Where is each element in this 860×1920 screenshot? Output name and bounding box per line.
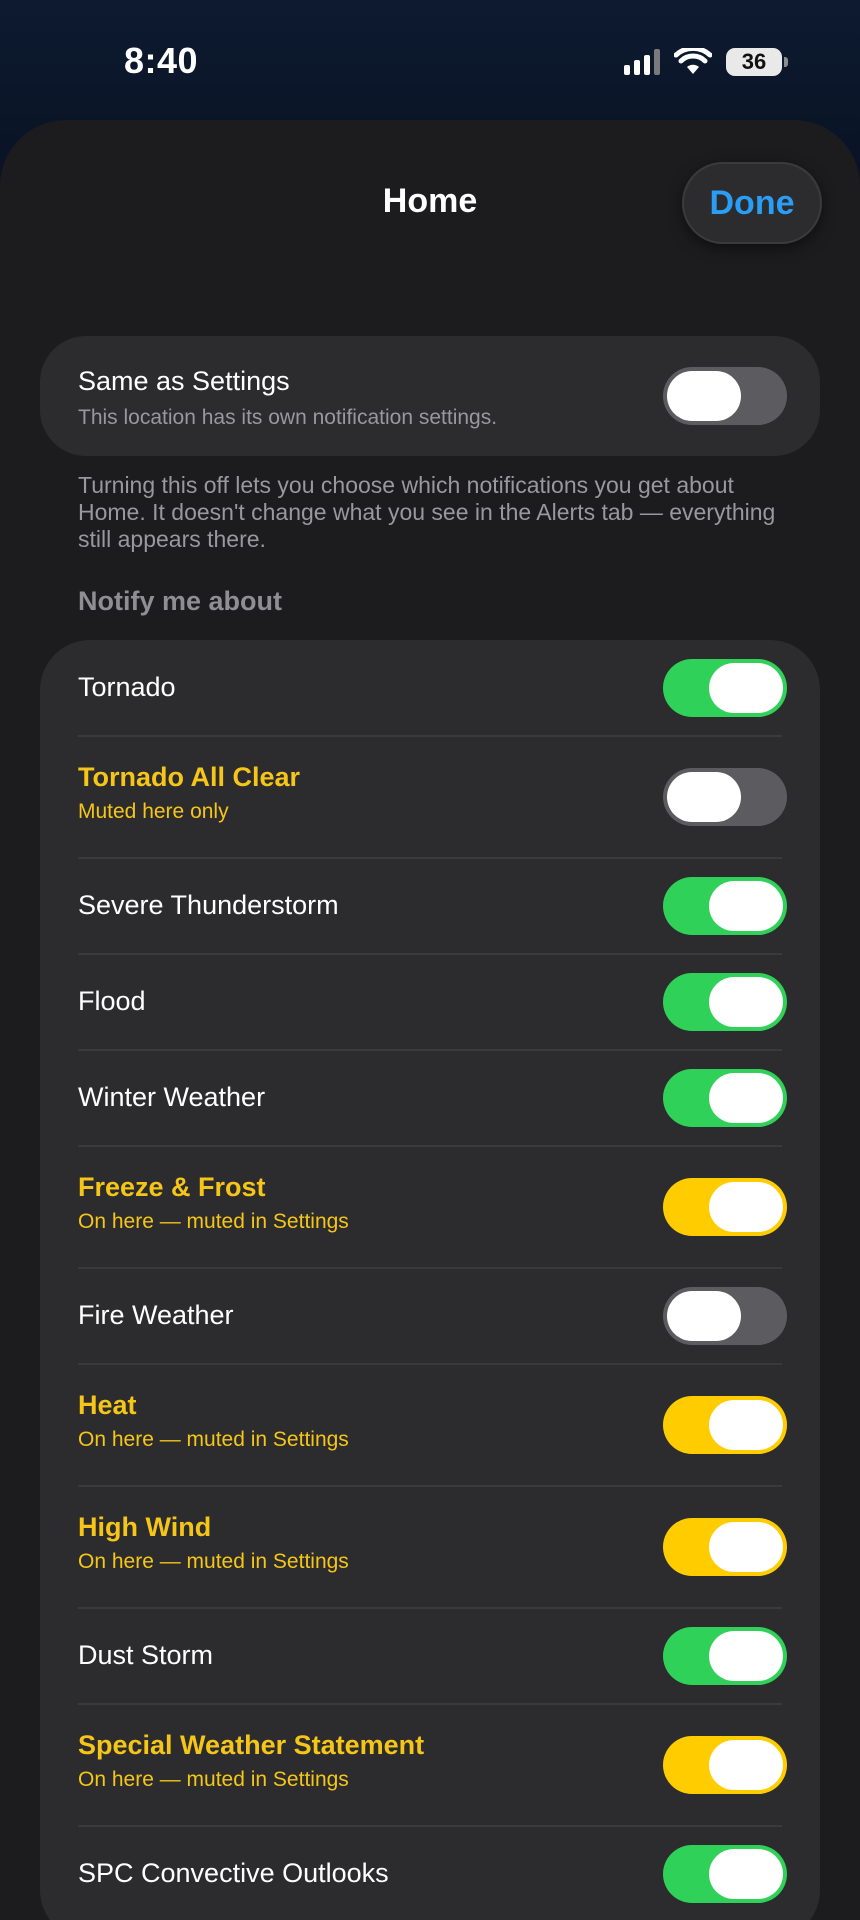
notify-row: SPC Convective Outlooks (40, 1826, 820, 1920)
notify-row: Freeze & Frost On here — muted in Setting… (40, 1146, 820, 1268)
battery-icon: 36 (726, 48, 788, 76)
notify-section-header: Notify me about (78, 586, 283, 616)
notify-row-status: On here — muted in Settings (78, 1768, 349, 1791)
status-time: 8:40 (124, 40, 199, 81)
location-notifications-sheet: Home Done Same as Settings This location… (0, 120, 860, 1920)
notify-row-toggle[interactable] (663, 1845, 787, 1903)
cellular-signal-icon (624, 49, 660, 75)
same-as-settings-footer: Turning this off lets you choose which n… (78, 472, 776, 552)
notify-row: Heat On here — muted in Settings (40, 1364, 820, 1486)
notify-row-status: On here — muted in Settings (78, 1550, 349, 1573)
notify-row-toggle[interactable] (663, 1396, 787, 1454)
notify-row-label: High Wind (78, 1512, 212, 1542)
notify-row: Dust Storm (40, 1608, 820, 1704)
toggle-knob (709, 1631, 783, 1681)
notify-row-label: Special Weather Statement (78, 1730, 425, 1760)
notify-row-toggle[interactable] (663, 768, 787, 826)
toggle-knob (709, 1522, 783, 1572)
toggle-knob (709, 1849, 783, 1899)
notify-row-toggle[interactable] (663, 1627, 787, 1685)
same-as-settings-subtitle: This location has its own notification s… (78, 406, 498, 429)
battery-level: 36 (741, 49, 767, 74)
notify-row-toggle[interactable] (663, 659, 787, 717)
notify-row: Tornado All Clear Muted here only (40, 736, 820, 858)
same-as-settings-label: Same as Settings (78, 366, 290, 396)
notify-row-status: On here — muted in Settings (78, 1428, 349, 1451)
notify-row-label: Tornado All Clear (78, 762, 301, 792)
notify-row-toggle[interactable] (663, 973, 787, 1031)
notify-row-toggle[interactable] (663, 1518, 787, 1576)
notify-row-label: Severe Thunderstorm (78, 890, 339, 920)
status-bar: 8:40 36 (0, 0, 860, 120)
notify-row: Special Weather Statement On here — muted… (40, 1704, 820, 1826)
toggle-knob (709, 663, 783, 713)
notify-row-label: Flood (78, 986, 146, 1016)
done-button[interactable]: Done (682, 162, 822, 244)
notify-row-label: Heat (78, 1390, 137, 1420)
same-as-settings-card: Same as Settings This location has its o… (40, 336, 820, 456)
notify-row: High Wind On here — muted in Settings (40, 1486, 820, 1608)
toggle-knob (709, 881, 783, 931)
notify-row-label: SPC Convective Outlooks (78, 1858, 389, 1888)
notify-row-label: Winter Weather (78, 1082, 266, 1112)
notify-row: Tornado (40, 640, 820, 736)
notify-row-label: Freeze & Frost (78, 1172, 266, 1202)
toggle-knob (709, 1400, 783, 1450)
notify-list: Tornado Tornado All Clear Muted here only S… (40, 640, 820, 1920)
toggle-knob (667, 1291, 741, 1341)
toggle-knob (667, 772, 741, 822)
notify-row-toggle[interactable] (663, 877, 787, 935)
notify-row: Winter Weather (40, 1050, 820, 1146)
toggle-knob (709, 1182, 783, 1232)
toggle-knob (709, 1073, 783, 1123)
wifi-icon (674, 48, 712, 74)
notify-row: Severe Thunderstorm (40, 858, 820, 954)
toggle-knob (667, 371, 741, 421)
notify-row-label: Tornado (78, 672, 176, 702)
notify-row: Fire Weather (40, 1268, 820, 1364)
notify-row-label: Dust Storm (78, 1640, 214, 1670)
notify-row-toggle[interactable] (663, 1178, 787, 1236)
status-icons: 36 (624, 46, 788, 78)
notify-row-toggle[interactable] (663, 1736, 787, 1794)
notify-row-toggle[interactable] (663, 1287, 787, 1345)
same-as-settings-toggle[interactable] (663, 367, 787, 425)
toggle-knob (709, 1740, 783, 1790)
notify-row-toggle[interactable] (663, 1069, 787, 1127)
toggle-knob (709, 977, 783, 1027)
notify-row-status: Muted here only (78, 800, 229, 823)
notify-row: Flood (40, 954, 820, 1050)
notify-row-status: On here — muted in Settings (78, 1210, 349, 1233)
notify-row-label: Fire Weather (78, 1300, 234, 1330)
